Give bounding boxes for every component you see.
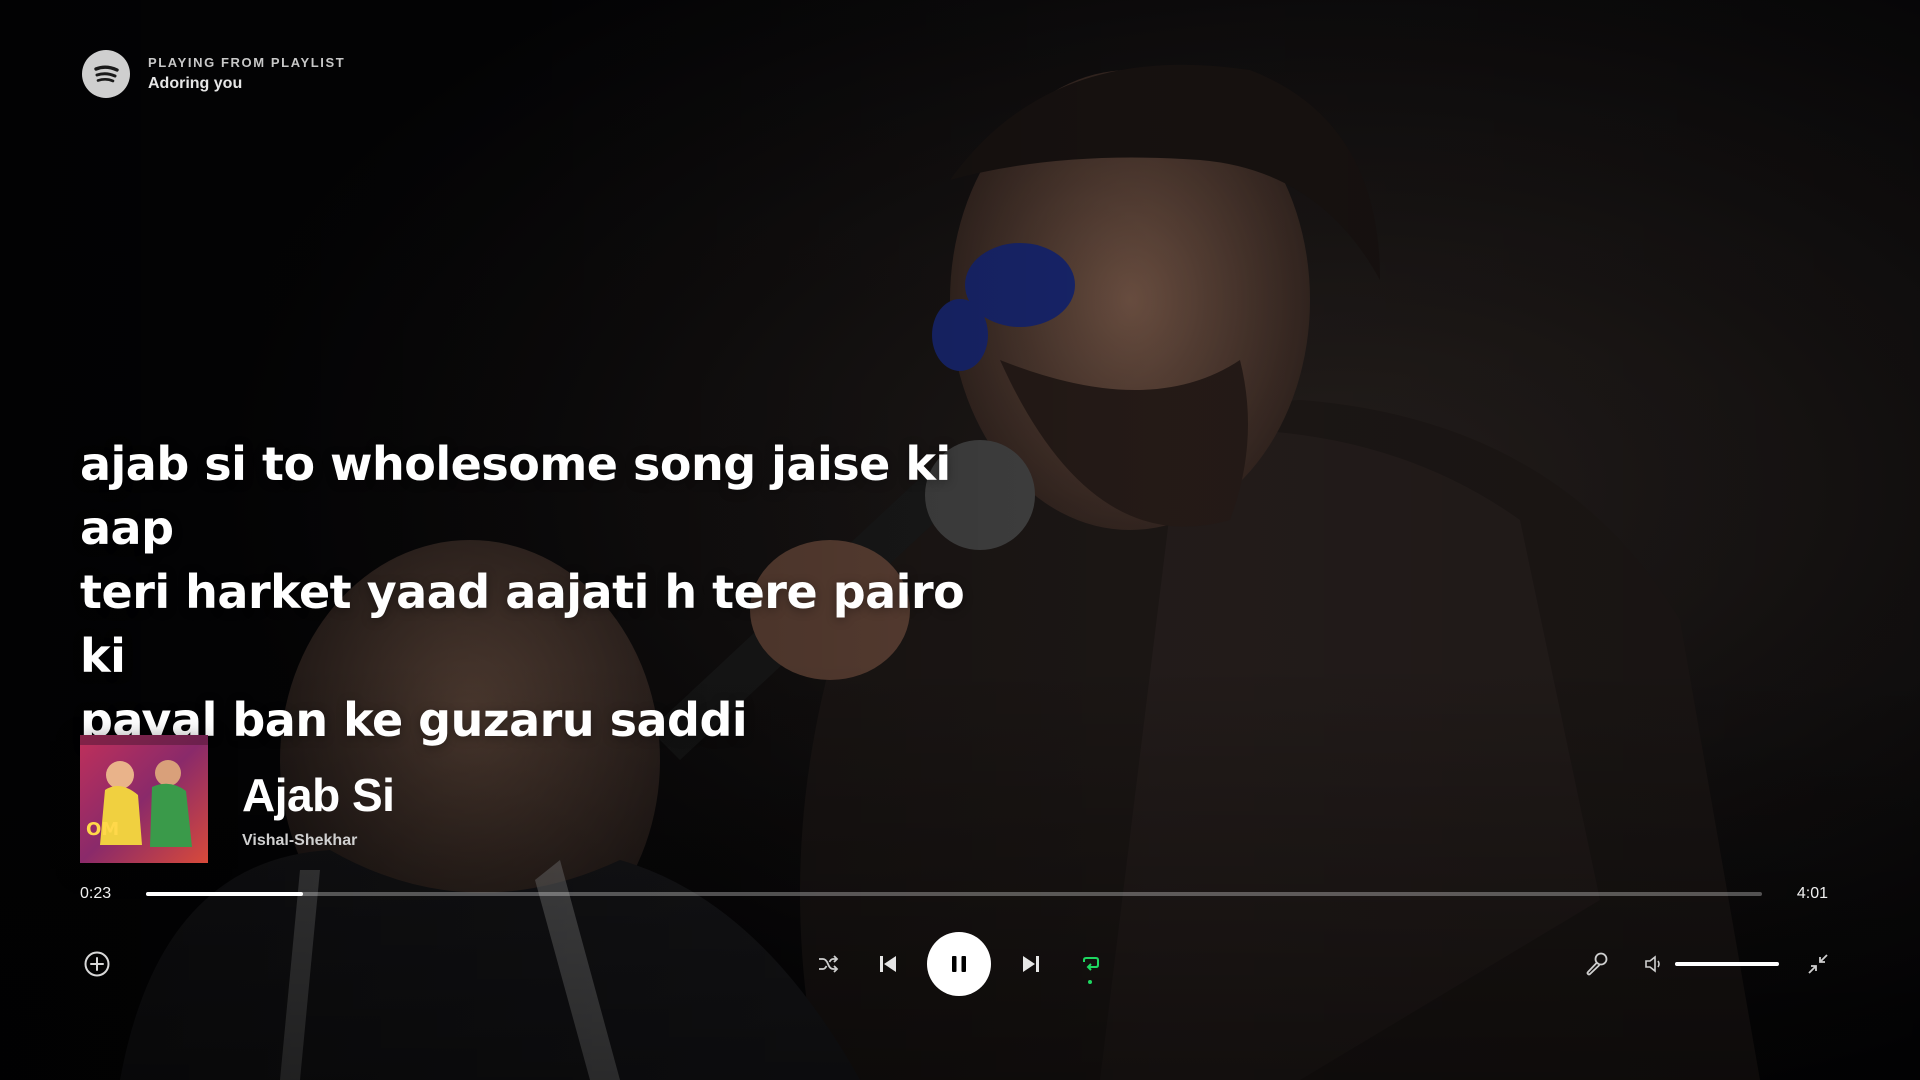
volume-slider[interactable] [1675, 962, 1779, 966]
volume-slider-fill [1675, 962, 1779, 966]
progress-bar[interactable] [146, 892, 1762, 896]
track-artist[interactable]: Vishal-Shekhar [242, 832, 394, 850]
volume-control [1643, 953, 1779, 975]
pause-icon [952, 956, 966, 972]
lyric-line[interactable]: ajab si to wholesome song jaise ki aap [80, 432, 1020, 560]
track-title[interactable]: Ajab Si [242, 768, 395, 822]
spotify-logo-icon [82, 50, 130, 98]
progress-bar-fill [146, 892, 303, 896]
repeat-button[interactable] [1079, 953, 1101, 984]
now-playing-info: OM Ajab Si Vishal-Shekhar [80, 735, 395, 863]
lyrics-button[interactable] [1583, 951, 1609, 977]
repeat-icon [1083, 957, 1099, 971]
playing-context-label: PLAYING FROM PLAYLIST [148, 55, 346, 70]
album-cover-art[interactable]: OM [80, 735, 208, 863]
shuffle-button[interactable] [816, 952, 840, 976]
svg-text:OM: OM [86, 819, 119, 840]
volume-button[interactable] [1643, 953, 1665, 975]
elapsed-time: 0:23 [80, 885, 112, 902]
skip-previous-icon [880, 956, 896, 972]
lyric-line[interactable]: teri harket yaad aajati h tere pairo ki [80, 560, 1020, 688]
lyrics-panel: ajab si to wholesome song jaise ki aap t… [80, 432, 1020, 752]
exit-fullscreen-button[interactable] [1806, 952, 1830, 976]
next-track-button[interactable] [1020, 953, 1042, 975]
playlist-name[interactable]: Adoring you [148, 75, 345, 93]
microphone-icon [1586, 952, 1608, 976]
minimize-icon [1808, 954, 1828, 974]
add-to-library-button[interactable] [83, 950, 111, 978]
playback-progress: 0:23 4:01 [80, 882, 1828, 906]
pause-button[interactable] [927, 932, 991, 996]
playing-context-header[interactable]: PLAYING FROM PLAYLIST Adoring you [82, 50, 345, 98]
shuffle-icon [819, 955, 839, 973]
total-duration: 4:01 [1796, 885, 1828, 902]
player-controls [0, 930, 1920, 998]
repeat-active-indicator [1088, 980, 1092, 984]
previous-track-button[interactable] [877, 953, 899, 975]
speaker-icon [1645, 955, 1660, 973]
add-circle-icon [84, 951, 110, 977]
skip-next-icon [1023, 956, 1039, 972]
